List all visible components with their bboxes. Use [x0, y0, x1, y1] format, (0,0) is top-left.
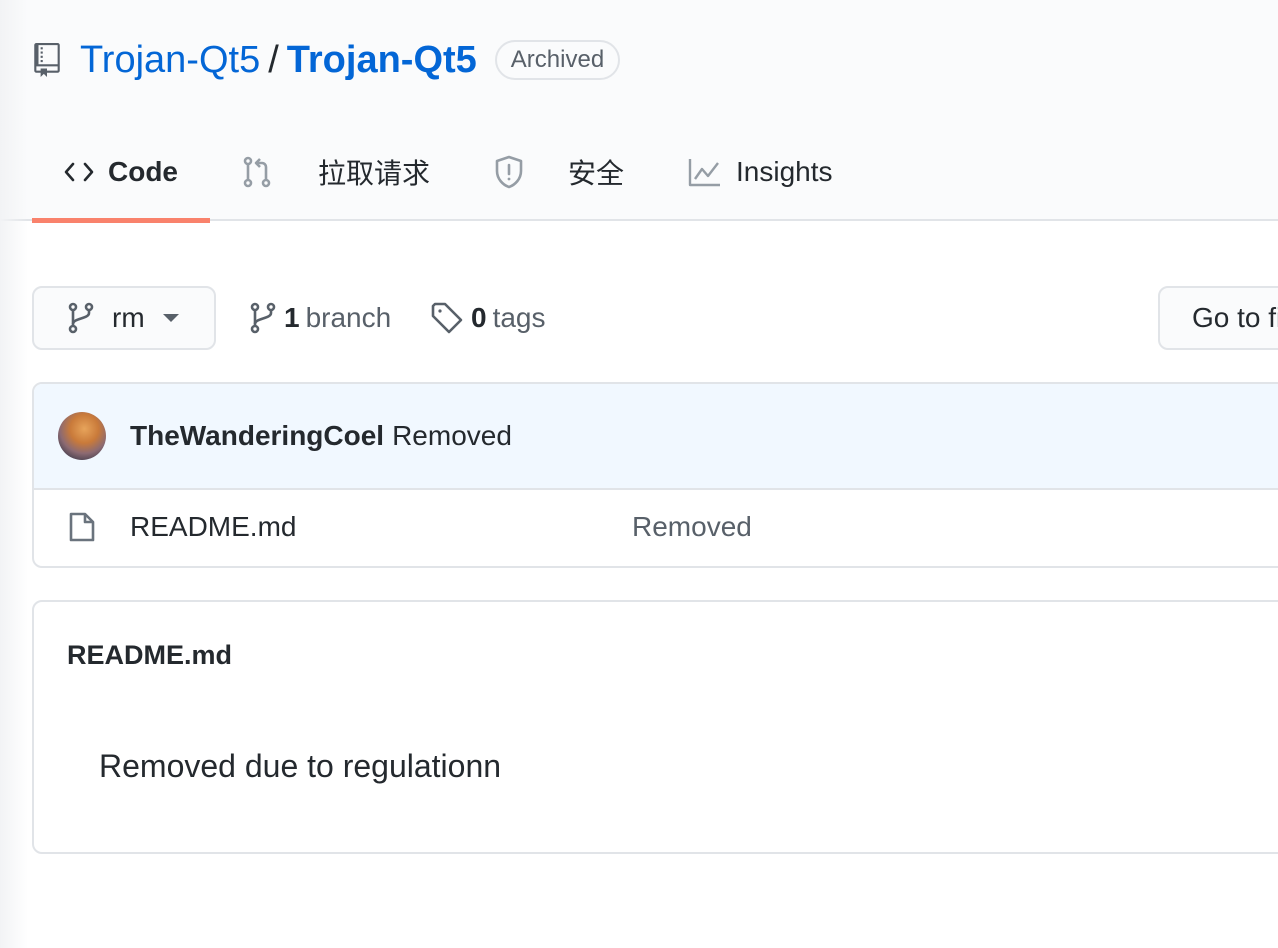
file-name-link[interactable]: README.md — [130, 511, 296, 543]
table-row: README.md Removed — [34, 490, 1278, 564]
repo-icon — [32, 43, 62, 77]
git-pull-request-icon — [242, 156, 272, 188]
git-branch-icon — [68, 302, 94, 334]
branch-selector-button[interactable]: rm — [32, 286, 216, 350]
repo-name-link[interactable]: Trojan-Qt5 — [287, 39, 477, 82]
file-icon — [68, 511, 96, 543]
tag-icon — [431, 302, 463, 334]
commit-message-link[interactable]: Removed — [392, 420, 512, 452]
repo-owner-link[interactable]: Trojan-Qt5 — [80, 39, 260, 82]
readme-title: README.md — [67, 640, 233, 670]
tab-insights-label: Insights — [736, 155, 833, 187]
tags-link[interactable]: 0 tags — [431, 300, 546, 336]
tag-label: tags — [492, 302, 546, 333]
repo-nav-tabs: Code 拉取请求 安全 Insights — [32, 130, 865, 223]
file-list: TheWanderingCoel Removed ✕ README.md Rem… — [32, 382, 1278, 568]
commit-author-link[interactable]: TheWanderingCoel — [130, 420, 384, 452]
tag-count: 0 — [471, 302, 487, 333]
go-to-file-button[interactable]: Go to file — [1158, 286, 1278, 350]
tab-security-label: 安全 — [568, 157, 625, 189]
branch-count: 1 — [284, 302, 300, 333]
repo-path-separator: / — [268, 38, 279, 81]
tab-code-label: Code — [108, 155, 178, 187]
branch-label: branch — [305, 302, 392, 333]
branches-link[interactable]: 1 branch — [250, 300, 391, 336]
tab-security[interactable]: 安全 — [462, 130, 656, 221]
tab-code[interactable]: Code — [32, 130, 210, 223]
triangle-down-icon — [162, 313, 179, 323]
readme-panel: README.md Removed due to regulationn — [32, 600, 1278, 854]
tab-pull-requests[interactable]: 拉取请求 — [210, 130, 462, 221]
shield-icon — [494, 155, 524, 189]
avatar[interactable] — [58, 412, 106, 460]
readme-body-text: Removed due to regulationn — [99, 748, 502, 784]
file-commit-message-link[interactable]: Removed — [632, 511, 752, 543]
graph-icon — [688, 157, 722, 187]
tab-insights[interactable]: Insights — [656, 130, 865, 221]
code-icon — [64, 161, 94, 183]
latest-commit-row: TheWanderingCoel Removed ✕ — [34, 384, 1278, 490]
git-branch-icon — [250, 302, 276, 334]
repo-title: Trojan-Qt5 / Trojan-Qt5 Archived — [32, 36, 621, 84]
branch-selector-value: rm — [112, 302, 145, 333]
archived-badge: Archived — [494, 40, 621, 80]
tab-pull-requests-label: 拉取请求 — [318, 157, 431, 189]
